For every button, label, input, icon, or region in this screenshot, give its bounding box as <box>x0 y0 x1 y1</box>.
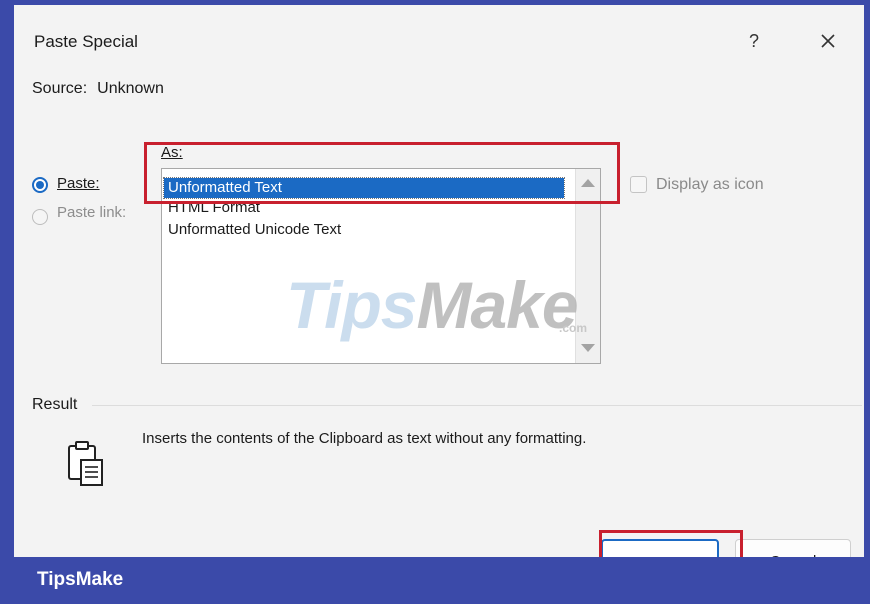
display-as-icon-label[interactable]: Display as icon <box>656 176 764 194</box>
highlight-box-as <box>144 142 620 204</box>
brand-footer: TipsMake <box>0 557 870 604</box>
title-bar: Paste Special ? <box>14 5 864 71</box>
paste-link-radio-label[interactable]: Paste link: <box>57 204 126 221</box>
clipboard-icon <box>68 441 103 486</box>
paste-link-radio[interactable] <box>32 209 48 225</box>
watermark-logo: TipsMake <box>286 267 579 343</box>
frame-border-right <box>864 0 870 604</box>
display-as-icon-checkbox[interactable] <box>630 176 647 193</box>
watermark-com: .com <box>559 321 588 335</box>
source-line: Source: Unknown <box>32 80 164 98</box>
result-divider <box>92 405 862 406</box>
paste-radio-label[interactable]: Paste: <box>57 175 100 192</box>
source-value: Unknown <box>97 80 164 97</box>
cancel-button[interactable]: Cancel <box>735 539 851 557</box>
watermark-make: Make <box>416 268 578 342</box>
result-label: Result <box>32 396 78 413</box>
result-description: Inserts the contents of the Clipboard as… <box>142 430 587 447</box>
paste-special-dialog: Paste Special ? Source: Unknown As: Paste… <box>14 5 864 557</box>
highlight-box-ok <box>599 530 743 557</box>
paste-radio[interactable] <box>32 177 48 193</box>
watermark-tips: Tips <box>286 268 417 342</box>
source-label: Source: <box>32 80 88 97</box>
brand-name: TipsMake <box>37 569 124 590</box>
close-icon <box>821 34 835 48</box>
help-button[interactable]: ? <box>740 27 768 55</box>
format-item-unformatted-unicode-text[interactable]: Unformatted Unicode Text <box>164 220 564 240</box>
dialog-title: Paste Special <box>34 32 138 51</box>
frame-border-left <box>0 0 14 604</box>
close-button[interactable] <box>812 27 844 55</box>
scroll-down-arrow-icon[interactable] <box>581 344 595 352</box>
